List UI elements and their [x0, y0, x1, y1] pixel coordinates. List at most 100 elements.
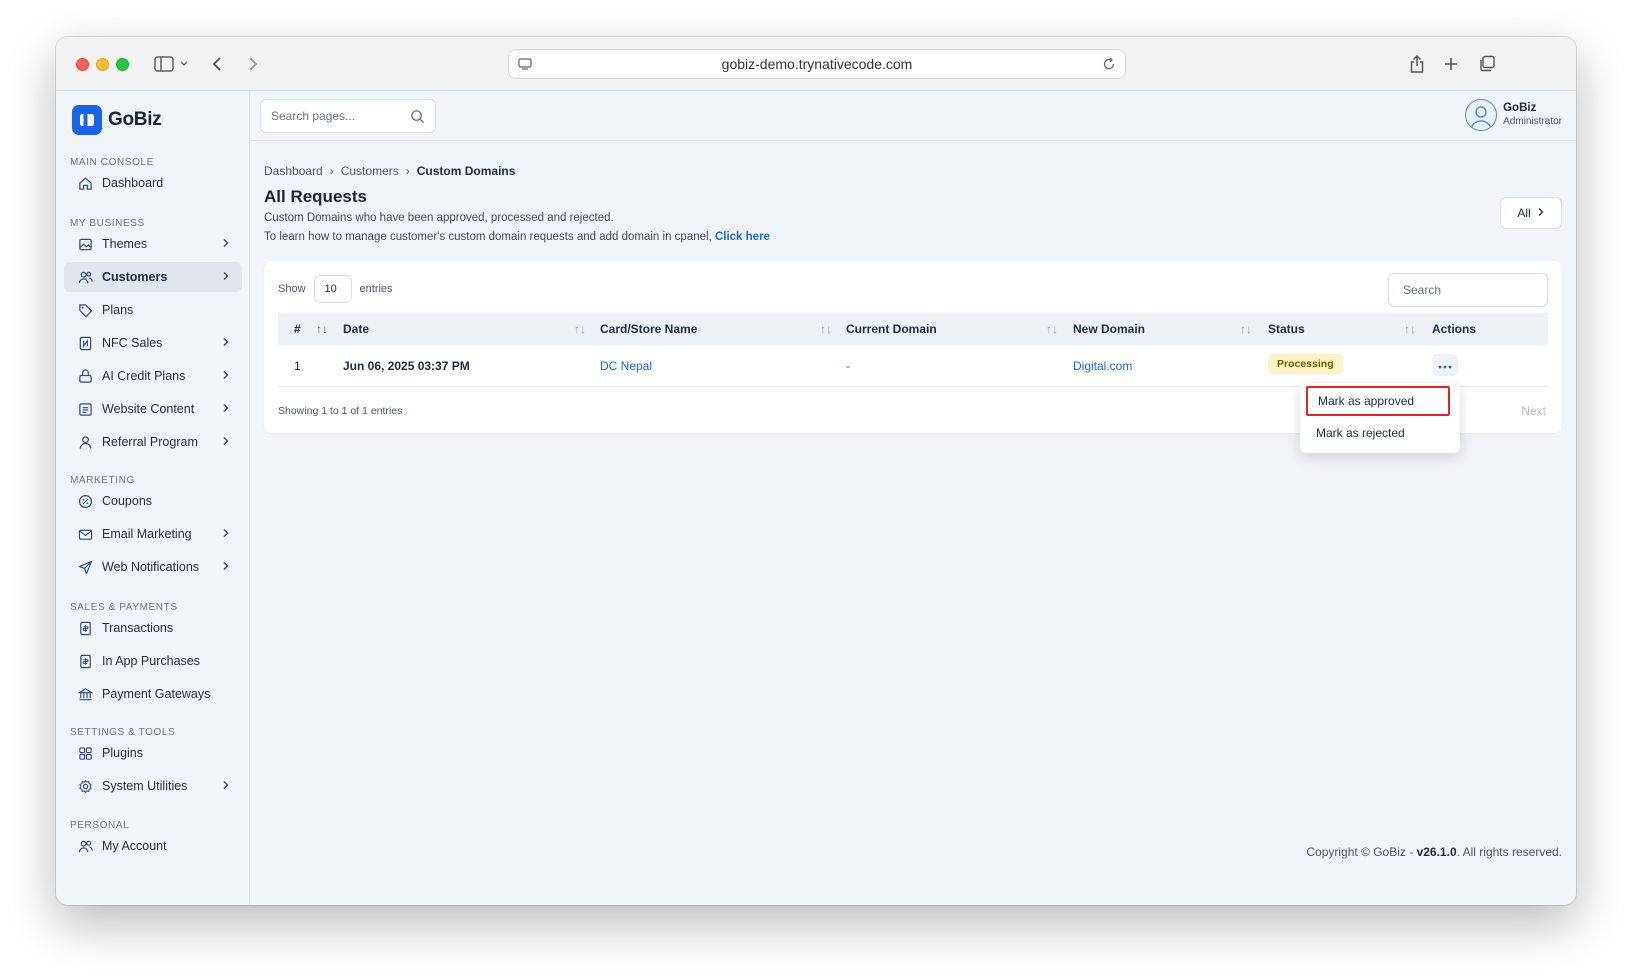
- sort-icon[interactable]: ↑↓: [1404, 322, 1416, 336]
- row-store-name-link[interactable]: DC Nepal: [600, 359, 652, 373]
- sidebar-item-label: Themes: [102, 237, 148, 251]
- sidebar-item-transactions[interactable]: Transactions: [64, 613, 242, 643]
- row-actions-button[interactable]: [1432, 354, 1458, 376]
- zoom-window-button[interactable]: [116, 58, 129, 71]
- chevron-right-icon: [222, 402, 230, 417]
- breadcrumb-separator: ›: [329, 164, 334, 178]
- chevron-right-icon: [222, 527, 230, 542]
- sidebar-item-plans[interactable]: Plans: [64, 295, 242, 325]
- top-bar: Search pages... GoBiz Administrator: [250, 91, 1576, 141]
- sidebar-item-label: Plugins: [102, 746, 143, 760]
- sidebar-item-label: Dashboard: [102, 176, 164, 190]
- gobiz-logo-icon: [72, 105, 102, 135]
- share-icon[interactable]: [1406, 51, 1428, 77]
- sidebar-item-customers[interactable]: Customers: [64, 262, 242, 292]
- image-icon: [77, 236, 93, 252]
- sidebar-item-label: Web Notifications: [102, 560, 200, 574]
- back-arrow-icon[interactable]: [206, 51, 228, 77]
- sidebar-item-label: Website Content: [102, 402, 195, 416]
- mark-as-rejected-menu-item[interactable]: Mark as rejected: [1306, 418, 1450, 448]
- chevron-right-icon: [222, 369, 230, 384]
- sidebar-item-referral-program[interactable]: Referral Program: [64, 427, 242, 457]
- forward-arrow-icon[interactable]: [242, 51, 264, 77]
- copyright-suffix: . All rights reserved.: [1456, 845, 1562, 859]
- column-header-status[interactable]: Status: [1268, 322, 1305, 336]
- receipt-icon: [77, 653, 93, 669]
- click-here-link[interactable]: Click here: [715, 231, 770, 243]
- minimize-window-button[interactable]: [96, 58, 109, 71]
- search-pages-placeholder: Search pages...: [271, 109, 356, 123]
- sidebar-item-coupons[interactable]: Coupons: [64, 486, 242, 516]
- user-menu[interactable]: GoBiz Administrator: [1465, 99, 1562, 131]
- sidebar-item-ai-credit-plans[interactable]: AI Credit Plans: [64, 361, 242, 391]
- search-pages-input[interactable]: Search pages...: [260, 99, 436, 133]
- sidebar-item-website-content[interactable]: Website Content: [64, 394, 242, 424]
- table-search-input[interactable]: Search: [1388, 273, 1548, 307]
- avatar: [1465, 99, 1498, 131]
- sidebar-item-nfc-sales[interactable]: NFC Sales: [64, 328, 242, 358]
- sidebar-item-plugins[interactable]: Plugins: [64, 738, 242, 768]
- column-header-store-name[interactable]: Card/Store Name: [600, 322, 697, 336]
- breadcrumb-current: Custom Domains: [416, 164, 516, 178]
- sort-icon[interactable]: ↑↓: [574, 322, 586, 336]
- filter-all-label: All: [1517, 206, 1531, 220]
- sort-icon[interactable]: ↑↓: [820, 322, 832, 336]
- table-row: 1 Jun 06, 2025 03:37 PM DC Nepal - Digit…: [278, 345, 1548, 387]
- new-tab-icon[interactable]: [1440, 51, 1462, 77]
- sidebar-item-label: NFC Sales: [102, 336, 163, 350]
- table-header: # ↑↓ Date ↑↓ Card/Store Name ↑↓ Current …: [278, 313, 1548, 345]
- row-new-domain-link[interactable]: Digital.com: [1073, 359, 1132, 373]
- brand-name: GoBiz: [108, 109, 162, 130]
- sidebar-item-payment-gateways[interactable]: Payment Gateways: [64, 679, 242, 709]
- sort-icon[interactable]: ↑↓: [1240, 322, 1252, 336]
- more-horizontal-icon: [1438, 358, 1452, 372]
- sidebar-item-label: In App Purchases: [102, 654, 200, 668]
- help-text: To learn how to manage customer's custom…: [264, 231, 712, 243]
- chevron-right-icon: [1537, 206, 1545, 220]
- breadcrumb-customers[interactable]: Customers: [341, 164, 399, 178]
- breadcrumb-dashboard[interactable]: Dashboard: [264, 164, 323, 178]
- sidebar-item-email-marketing[interactable]: Email Marketing: [64, 519, 242, 549]
- gear-icon: [77, 778, 93, 794]
- reload-icon[interactable]: [1101, 56, 1117, 75]
- sort-icon[interactable]: ↑↓: [1046, 322, 1058, 336]
- brand-logo[interactable]: GoBiz: [72, 105, 162, 135]
- close-window-button[interactable]: [76, 58, 89, 71]
- row-actions-dropdown: Mark as approved Mark as rejected: [1300, 383, 1460, 453]
- page-help-text: To learn how to manage customer's custom…: [264, 231, 770, 243]
- page-subtitle: Custom Domains who have been approved, p…: [264, 212, 614, 224]
- nfc-card-icon: [77, 335, 93, 351]
- column-header-date[interactable]: Date: [343, 322, 369, 336]
- chevron-right-icon: [222, 270, 230, 285]
- copyright-footer: Copyright © GoBiz - v26.1.0. All rights …: [1306, 845, 1562, 859]
- filter-all-button[interactable]: All: [1500, 197, 1562, 229]
- sidebar-item-my-account[interactable]: My Account: [64, 831, 242, 861]
- next-page-button[interactable]: Next: [1521, 404, 1546, 418]
- user-role: Administrator: [1503, 116, 1562, 127]
- mark-as-approved-menu-item[interactable]: Mark as approved: [1306, 386, 1450, 416]
- sidebar-item-label: Referral Program: [102, 435, 198, 449]
- chevron-right-icon: [222, 560, 230, 575]
- tab-overview-icon[interactable]: [1476, 51, 1498, 77]
- sidebar-toggle-icon[interactable]: [152, 51, 192, 77]
- url-bar[interactable]: gobiz-demo.trynativecode.com: [508, 49, 1126, 79]
- sidebar-item-label: Coupons: [102, 494, 153, 508]
- entries-select[interactable]: 10: [313, 275, 352, 303]
- site-settings-icon[interactable]: [517, 56, 533, 75]
- column-header-current-domain[interactable]: Current Domain: [846, 322, 937, 336]
- send-icon: [77, 559, 93, 575]
- showing-entries-info: Showing 1 to 1 of 1 entries: [278, 405, 403, 417]
- users-icon: [77, 269, 93, 285]
- sidebar-item-themes[interactable]: Themes: [64, 229, 242, 259]
- bank-icon: [77, 686, 93, 702]
- sidebar-item-web-notifications[interactable]: Web Notifications: [64, 552, 242, 582]
- sort-icon[interactable]: ↑↓: [316, 322, 328, 336]
- app-version: v26.1.0: [1416, 845, 1457, 859]
- sidebar-item-system-utilities[interactable]: System Utilities: [64, 771, 242, 801]
- column-header-actions: Actions: [1432, 322, 1477, 336]
- sidebar-item-in-app-purchases[interactable]: In App Purchases: [64, 646, 242, 676]
- sidebar-item-dashboard[interactable]: Dashboard: [64, 168, 242, 198]
- column-header-new-domain[interactable]: New Domain: [1073, 322, 1145, 336]
- table-search-placeholder: Search: [1403, 283, 1442, 297]
- column-header-number[interactable]: #: [294, 322, 301, 336]
